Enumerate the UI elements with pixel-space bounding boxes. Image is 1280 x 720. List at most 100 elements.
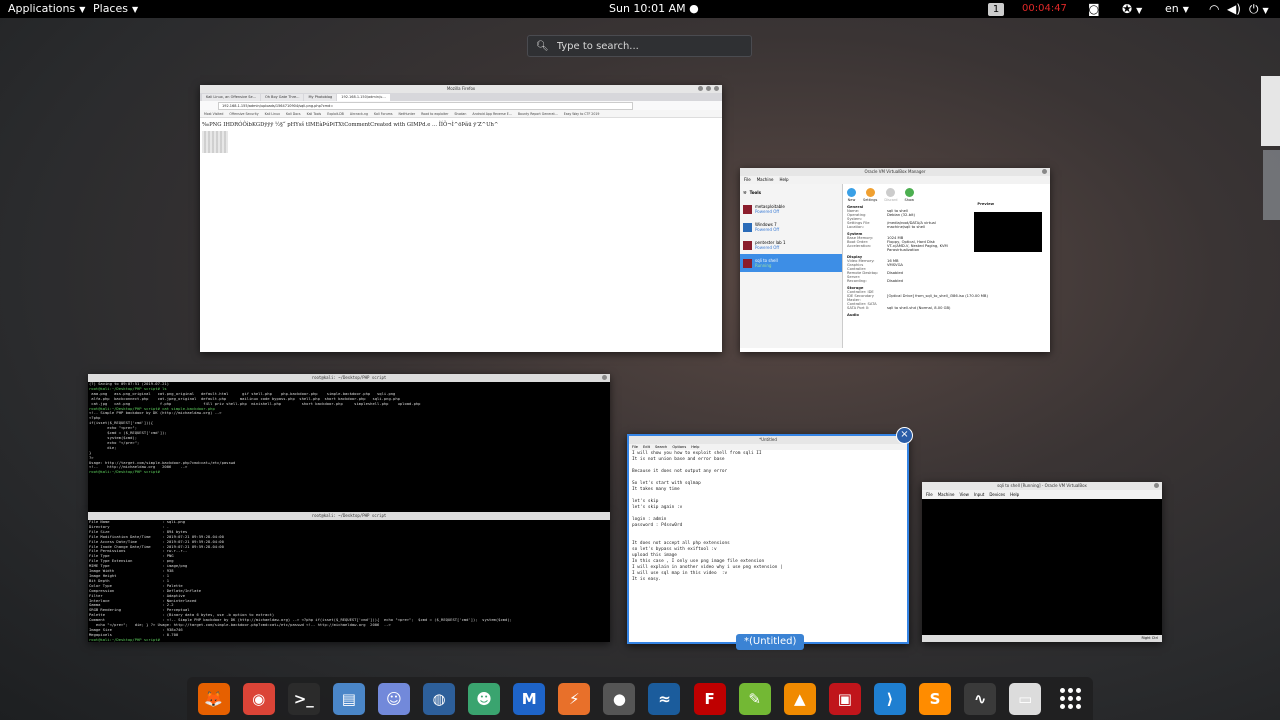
tab-kali[interactable]: Kali Linux, an Offensive Se... [202, 94, 260, 101]
bookmark-item[interactable]: Exploit-DB [327, 112, 344, 116]
bookmark-item[interactable]: Easy Way to CTF 2019 [564, 112, 600, 116]
dock-item[interactable]: >_ [281, 677, 326, 720]
terminal-output[interactable]: File Name : sqli.png Directory : . File Si… [88, 520, 610, 642]
overview-search[interactable]: 🔍︎ [527, 35, 752, 57]
terminal-output[interactable]: (?) Saving to 09:07:51 (2019-07-21) root@… [88, 382, 610, 475]
terminal-titlebar[interactable]: root@kali: ~/Desktop/PHP script [88, 374, 610, 382]
editor-titlebar[interactable]: *Untitled [629, 436, 907, 444]
power-icon[interactable]: ⏻ ▼ [1249, 0, 1269, 18]
menu-options[interactable]: Options [672, 444, 686, 450]
bookmark-item[interactable]: Kali Forums [374, 112, 393, 116]
vbox-titlebar[interactable]: Oracle VM VirtualBox Manager [740, 168, 1050, 176]
settings-button[interactable]: Settings [863, 188, 877, 202]
clock[interactable]: Sun 10:01 AM ● [609, 0, 699, 18]
menu-help[interactable]: Help [691, 444, 699, 450]
vm-running-window[interactable]: sqli to shell [Running] - Oracle VM Virt… [922, 482, 1162, 642]
vm-running-titlebar[interactable]: sqli to shell [Running] - Oracle VM Virt… [922, 482, 1162, 490]
offscreen-window[interactable] [1261, 76, 1280, 146]
menu-machine[interactable]: Machine [757, 176, 774, 184]
url-bar[interactable]: 192.168.1.155/admin/uploads/1564710904/s… [218, 102, 633, 110]
menu-file[interactable]: File [926, 490, 933, 499]
tab-gate[interactable]: Oh Boy Gate Thre... [261, 94, 304, 101]
bookmark-item[interactable]: Bounty Report Generat... [518, 112, 558, 116]
volume-icon[interactable]: ◀) [1227, 0, 1241, 18]
bookmark-item[interactable]: Kali Docs [286, 112, 301, 116]
workspace-indicator[interactable]: 1 [988, 0, 1004, 18]
accessibility-icon[interactable]: ✪ ▼ [1122, 0, 1142, 18]
menu-edit[interactable]: Edit [643, 444, 650, 450]
tools-item[interactable]: ⚒ Tools [740, 184, 842, 200]
dock-item[interactable]: ⚡ [552, 677, 597, 720]
language-selector[interactable]: en ▼ [1165, 0, 1189, 18]
applications-menu[interactable]: Applications ▼ [8, 0, 85, 18]
bookmark-item[interactable]: Android App Reverse E... [472, 112, 511, 116]
screenshot-camera-icon[interactable]: ◙ [1088, 0, 1100, 18]
vm-item-sqli-to-shell[interactable]: sqli to shell Running [740, 254, 842, 272]
dock-item[interactable]: ☻ [462, 677, 507, 720]
dock-item[interactable]: ▣ [822, 677, 867, 720]
vm-os-icon [743, 259, 752, 268]
menu-help[interactable]: Help [1010, 490, 1019, 499]
dock-item[interactable]: S [913, 677, 958, 720]
close-icon[interactable] [714, 86, 719, 91]
menu-view[interactable]: View [959, 490, 969, 499]
dock-item[interactable]: ☺ [371, 677, 416, 720]
bookmark-item[interactable]: Kali Tools [307, 112, 322, 116]
terminal-window-top[interactable]: root@kali: ~/Desktop/PHP script (?) Savi… [88, 374, 610, 512]
bookmark-item[interactable]: Shodan [454, 112, 466, 116]
dock-item[interactable]: ≈ [642, 677, 687, 720]
show-button[interactable]: Show [905, 188, 914, 202]
tab-photoblog[interactable]: My Photoblog [304, 94, 336, 101]
terminal-titlebar[interactable]: root@kali: ~/Desktop/PHP script [88, 512, 610, 520]
menu-search[interactable]: Search [655, 444, 667, 450]
text-editor-window[interactable]: *Untitled File Edit Search Options Help … [627, 434, 909, 644]
dock-item[interactable]: ⟩ [867, 677, 912, 720]
dock-item[interactable]: ▲ [777, 677, 822, 720]
firefox-titlebar[interactable]: Mozilla Firefox [200, 85, 722, 93]
dock-item[interactable]: M [507, 677, 552, 720]
bookmark-item[interactable]: Most Visited [204, 112, 223, 116]
menu-file[interactable]: File [744, 176, 751, 184]
dock-item[interactable]: ● [597, 677, 642, 720]
menu-help[interactable]: Help [779, 176, 788, 184]
search-input[interactable] [555, 40, 739, 53]
dock-item[interactable]: ◍ [416, 677, 461, 720]
bookmark-item[interactable]: Offensive Security [229, 112, 258, 116]
editor-text-area[interactable]: I will show you how to exploit shell fro… [629, 450, 907, 584]
bookmark-item[interactable]: Aircrack-ng [350, 112, 368, 116]
terminal-window-bottom[interactable]: root@kali: ~/Desktop/PHP script File Nam… [88, 512, 610, 642]
dock-item[interactable]: ▭ [1003, 677, 1048, 720]
bookmark-item[interactable]: Kali Linux [265, 112, 280, 116]
dock-item[interactable]: ▤ [326, 677, 371, 720]
wifi-icon[interactable]: ◠ [1209, 0, 1219, 18]
close-icon[interactable] [602, 375, 607, 380]
dock-item[interactable]: 🦊 [191, 677, 236, 720]
vm-item-metasploitable[interactable]: metasploitable Powered Off [740, 200, 842, 218]
places-menu[interactable]: Places ▼ [93, 0, 138, 18]
menu-file[interactable]: File [632, 444, 638, 450]
menu-machine[interactable]: Machine [938, 490, 955, 499]
show-applications-button[interactable] [1048, 677, 1093, 720]
bookmark-item[interactable]: Road to exploiter [421, 112, 448, 116]
dock-item[interactable]: ◉ [236, 677, 281, 720]
menu-input[interactable]: Input [974, 490, 984, 499]
close-icon[interactable] [1042, 169, 1047, 174]
menu-devices[interactable]: Devices [989, 490, 1005, 499]
offscreen-window[interactable] [1263, 150, 1280, 220]
tab-admin-uploads[interactable]: 192.168.1.150/admin/u... [337, 94, 390, 101]
close-icon[interactable]: × [896, 427, 913, 444]
minimize-icon[interactable] [698, 86, 703, 91]
firefox-window[interactable]: Mozilla Firefox Kali Linux, an Offensive… [200, 85, 722, 352]
close-icon[interactable] [1154, 483, 1159, 488]
discard-button[interactable]: Discard [884, 188, 897, 202]
maximize-icon[interactable] [706, 86, 711, 91]
vm-item-windows7[interactable]: Windows 7 Powered Off [740, 218, 842, 236]
bookmark-item[interactable]: NetHunter [399, 112, 416, 116]
dock-item[interactable]: ∿ [958, 677, 1003, 720]
dock-item[interactable]: F [687, 677, 732, 720]
virtualbox-manager-window[interactable]: Oracle VM VirtualBox Manager File Machin… [740, 168, 1050, 352]
new-button[interactable]: New [847, 188, 856, 202]
dock-item[interactable]: ✎ [732, 677, 777, 720]
recording-timer[interactable]: 00:04:47 [1022, 0, 1067, 18]
vm-item-pentesterlab[interactable]: pentester lab 1 Powered Off [740, 236, 842, 254]
